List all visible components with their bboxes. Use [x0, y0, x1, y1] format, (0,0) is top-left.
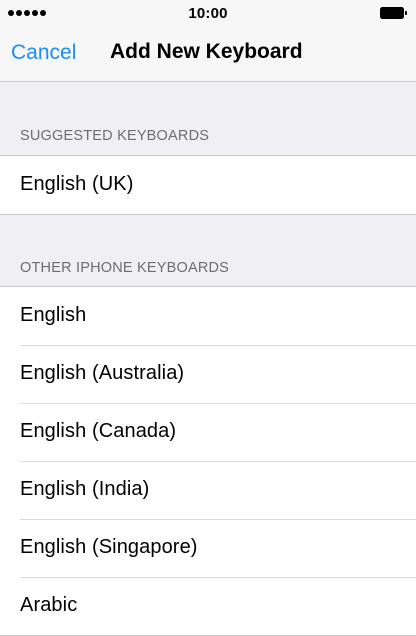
keyboard-row-english-singapore[interactable]: English (Singapore) — [0, 519, 416, 577]
page-title: Add New Keyboard — [110, 40, 303, 63]
keyboard-label: English (Canada) — [20, 420, 177, 442]
other-keyboards-list: English English (Australia) English (Can… — [0, 286, 416, 636]
keyboard-label: Arabic — [20, 594, 78, 616]
keyboard-label: English (India) — [20, 478, 150, 500]
section-header-suggested: SUGGESTED KEYBOARDS — [20, 128, 210, 144]
keyboard-row-english-australia[interactable]: English (Australia) — [0, 345, 416, 403]
keyboard-label: English — [20, 304, 87, 326]
keyboard-label: English (Australia) — [20, 362, 185, 384]
keyboard-row-english[interactable]: English — [0, 287, 416, 345]
keyboard-label: English (Singapore) — [20, 536, 198, 558]
status-bar: 10:00 — [0, 0, 416, 26]
battery-full-icon — [380, 7, 408, 19]
keyboard-row-english-uk[interactable]: English (UK) — [0, 156, 416, 214]
keyboard-row-english-canada[interactable]: English (Canada) — [0, 403, 416, 461]
cancel-button[interactable]: Cancel — [11, 41, 76, 65]
keyboard-row-arabic[interactable]: Arabic — [0, 577, 416, 635]
section-header-other: OTHER IPHONE KEYBOARDS — [20, 260, 230, 276]
keyboard-label: English (UK) — [20, 173, 134, 195]
suggested-keyboards-list: English (UK) — [0, 155, 416, 215]
navigation-bar: Cancel Add New Keyboard — [0, 26, 416, 82]
status-time: 10:00 — [188, 5, 228, 22]
keyboard-row-english-india[interactable]: English (India) — [0, 461, 416, 519]
